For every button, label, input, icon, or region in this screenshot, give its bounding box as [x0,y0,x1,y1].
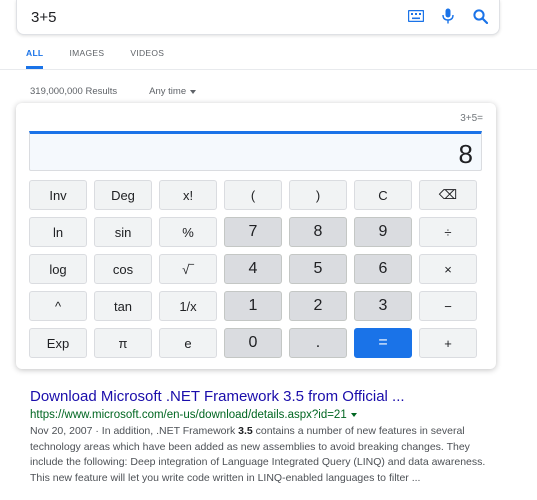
key-digit-1-button[interactable]: 1 [224,291,282,321]
time-filter-label: Any time [149,86,187,97]
keypad-row: ln sin% 7 8 9 ÷ [29,217,483,247]
tabs-divider [0,69,537,70]
key-open-paren-button[interactable]: ( [224,180,282,210]
keyboard-icon[interactable] [407,7,425,25]
key-inv-button[interactable]: Inv [29,180,87,210]
key-digit-0-button[interactable]: 0 [224,328,282,358]
chevron-down-icon [190,89,197,94]
key-digit-2-button[interactable]: 2 [289,291,347,321]
results-bar: 319,000,000 Results Any time [30,86,197,97]
result-url-text[interactable]: https://www.microsoft.com/en-us/download… [30,409,347,421]
key-digit-5-button[interactable]: 5 [289,254,347,284]
calculator-widget: 3+5= 8 Inv Deg x!() C ⌫ ln sin% 7 8 9 ÷ log cos √‾ 4 5 6… [16,103,496,369]
key-exp-button[interactable]: Exp [29,328,87,358]
key-reciprocal-button[interactable]: 1/x [159,291,217,321]
search-tabs: ALL IMAGES VIDEOS [26,40,190,69]
result-snippet: Nov 20, 2007 · In addition, .NET Framewo… [30,424,500,486]
key-e-button[interactable]: e [159,328,217,358]
search-input[interactable]: 3+5 [31,9,56,26]
snippet-text-1: In addition, .NET Framework [101,425,239,437]
keypad-row: Exp π e 0. = + [29,328,483,358]
key-sin-button[interactable]: sin [94,217,152,247]
key-log-button[interactable]: log [29,254,87,284]
key-tan-button[interactable]: tan [94,291,152,321]
key-backspace-button[interactable]: ⌫ [419,180,477,210]
key-percent-button[interactable]: % [159,217,217,247]
key-plus-button[interactable]: + [419,328,477,358]
key-sqrt-button[interactable]: √‾ [159,254,217,284]
key-digit-9-button[interactable]: 9 [354,217,412,247]
snippet-highlight: 3.5 [238,425,253,437]
key-power-button[interactable]: ^ [29,291,87,321]
search-icons [407,7,489,25]
key-close-paren-button[interactable]: ) [289,180,347,210]
key-clear-button[interactable]: C [354,180,412,210]
result-title-link[interactable]: Download Microsoft .NET Framework 3.5 fr… [30,388,500,405]
time-filter-dropdown[interactable]: Any time [149,86,197,97]
tab-videos[interactable]: VIDEOS [130,40,164,69]
result-date: Nov 20, 2007 · [30,425,102,437]
tab-all[interactable]: ALL [26,40,44,69]
key-digit-6-button[interactable]: 6 [354,254,412,284]
keypad-row: Inv Deg x!() C ⌫ [29,180,483,210]
key-digit-7-button[interactable]: 7 [224,217,282,247]
calculator-history: 3+5= [460,113,483,124]
chevron-down-icon[interactable] [350,413,357,417]
key-deg-button[interactable]: Deg [94,180,152,210]
key-cos-button[interactable]: cos [94,254,152,284]
key-pi-button[interactable]: π [94,328,152,358]
calculator-result: 8 [458,139,473,169]
calculator-keypad: Inv Deg x!() C ⌫ ln sin% 7 8 9 ÷ log cos √‾ 4 5 6 × ^ tan 1/… [29,180,483,365]
key-minus-button[interactable]: − [419,291,477,321]
microphone-icon[interactable] [439,7,457,25]
search-box[interactable]: 3+5 [16,0,500,35]
key-multiply-button[interactable]: × [419,254,477,284]
search-icon[interactable] [471,7,489,25]
key-divide-button[interactable]: ÷ [419,217,477,247]
search-result: Download Microsoft .NET Framework 3.5 fr… [30,388,500,486]
calculator-display: 8 [29,131,482,171]
key-digit-3-button[interactable]: 3 [354,291,412,321]
tab-images[interactable]: IMAGES [69,40,104,69]
key-digit-8-button[interactable]: 8 [289,217,347,247]
key-digit-4-button[interactable]: 4 [224,254,282,284]
results-count: 319,000,000 Results [30,86,118,97]
key-decimal-button[interactable]: . [289,328,347,358]
keypad-row: ^ tan 1/x 1 2 3− [29,291,483,321]
keypad-row: log cos √‾ 4 5 6 × [29,254,483,284]
key-ln-button[interactable]: ln [29,217,87,247]
result-url: https://www.microsoft.com/en-us/download… [30,409,500,421]
key-factorial-button[interactable]: x! [159,180,217,210]
key-equals-button[interactable]: = [354,328,412,358]
